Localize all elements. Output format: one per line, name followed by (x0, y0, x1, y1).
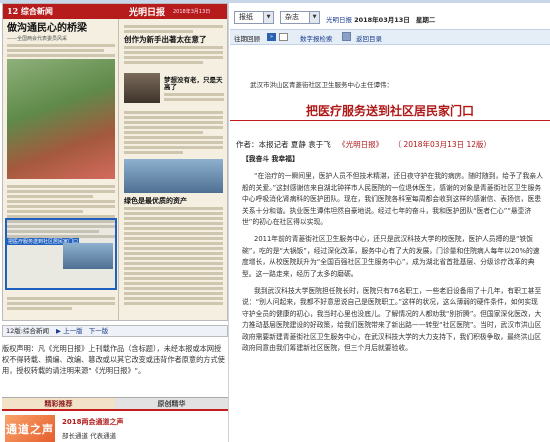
panel-divider (228, 3, 229, 442)
news-photo-landscape (124, 159, 223, 193)
paragraph-3: 我到武汉科技大学医院担任院长时，医院只有76名职工，一些老旧设备用了十几年，有职… (242, 287, 542, 353)
date-value: 2018年03月13日 (354, 16, 410, 24)
archive-input[interactable] (279, 33, 288, 41)
chevron-down-icon: ▼ (309, 12, 319, 23)
article-source[interactable]: 《光明日报》 (338, 140, 383, 149)
control-bar: 往期回顾 » 数字报检索 返回目录 (230, 29, 550, 45)
article-headline-1[interactable]: 做沟通民心的桥梁 (7, 23, 115, 34)
masthead-logo: 光明日报 (129, 8, 166, 18)
selector-bar: 报纸 ▼ 杂志 ▼ 光明日报 2018年03月13日 星期二 (230, 3, 550, 29)
article-subhead-1: ——全国两会代表委员风采 (7, 36, 68, 42)
chevron-down-icon: ▼ (263, 12, 273, 23)
news-photo-doctor (63, 243, 113, 269)
article-headline-2[interactable]: 创作为新手出著太在意了 (124, 35, 223, 44)
toc-icon (342, 32, 351, 41)
page-header: 12 综合新闻 光明日报 2018年3月13日 (3, 4, 227, 19)
next-page-link[interactable]: 下一版 (89, 327, 109, 335)
prev-page-link[interactable]: ▶ 上一版 (56, 327, 83, 335)
news-photo-planting (7, 59, 115, 179)
current-date: 光明日报 2018年03月13日 星期二 (326, 14, 435, 24)
article-date: （ 2018年03月13日 12版） (393, 140, 492, 149)
weekday-value: 星期二 (415, 16, 436, 24)
paragraph-2: 2011年前的青菱街社区卫生服务中心，还只是武汉科技大学的校医院，医护人员搏的是… (242, 235, 540, 278)
recommend-thumbnail[interactable]: 通道之声 (5, 415, 55, 442)
article-content: 武汉市洪山区青菱街社区卫生服务中心主任谭伟： 把医疗服务送到社区居民家门口 作者… (230, 45, 550, 442)
page-number: 12 综合新闻 (7, 6, 53, 16)
news-photo-portrait (124, 73, 160, 103)
article-kicker: 武汉市洪山区青菱街社区卫生服务中心主任谭伟： (250, 81, 393, 89)
article-meta: 作者：本报记者 夏静 袁于飞 《光明日报》 （ 2018年03月13日 12版） (236, 139, 491, 150)
article-title: 把医疗服务送到社区居民家门口 (305, 104, 474, 118)
article-headline-4[interactable]: 绿色是最优质的资产 (124, 197, 223, 205)
section-heading: 【我奋斗 我幸福】 (242, 155, 299, 163)
back-to-toc-link[interactable]: 返回目录 (356, 33, 382, 43)
digital-search-link[interactable]: 数字报检索 (300, 33, 333, 43)
category-select[interactable]: 杂志 ▼ (280, 11, 320, 24)
recommend-title[interactable]: 2018两会通道之声 (62, 417, 123, 427)
page-column-left: 做沟通民心的桥梁 ——全国两会代表委员风采 把医疗服务送到社区居民家门口 (3, 19, 119, 320)
newspaper-page-image[interactable]: 12 综合新闻 光明日报 2018年3月13日 做沟通民心的桥梁 ——全国两会代… (2, 3, 228, 321)
article-panel: 报纸 ▼ 杂志 ▼ 光明日报 2018年03月13日 星期二 往期回顾 » 数字报检… (228, 3, 550, 442)
newspaper-panel: 12 综合新闻 光明日报 2018年3月13日 做沟通民心的桥梁 ——全国两会代… (0, 3, 228, 442)
publication-link[interactable]: 光明日报 (326, 16, 352, 24)
article-headline-3[interactable]: 梦想没有老，只是天高了 (164, 76, 224, 91)
page-nav-label: 12版:综合新闻 (6, 327, 49, 335)
archive-label: 往期回顾 (234, 35, 260, 43)
paper-type-select[interactable]: 报纸 ▼ (234, 11, 274, 24)
archive-go-button[interactable]: » (267, 33, 276, 41)
page-nav-bar: 12版:综合新闻 ▶ 上一版 下一版 (2, 325, 228, 337)
page-column-right: 创作为新手出著太在意了 梦想没有老，只是天高了 绿色是最优质的资产 (120, 19, 227, 320)
page-date: 2018年3月13日 (173, 9, 211, 15)
tab-featured[interactable]: 精彩推荐 (2, 398, 115, 409)
article-byline: 作者：本报记者 夏静 袁于飞 (236, 140, 331, 149)
copyright-notice: 版权声明：凡《光明日报》上刊载作品（含标题），未经本报或本网授权不得转载、摘编、… (2, 344, 225, 375)
recommend-item[interactable]: 通道之声 2018两会通道之声 部长通道 代表通道 (2, 413, 228, 442)
recommend-tabs: 精彩推荐 原创精华 (2, 397, 228, 411)
tab-original[interactable]: 原创精华 (115, 398, 228, 409)
title-divider (230, 120, 550, 121)
article-body: 【我奋斗 我幸福】 “在治疗的一瞬间里，医护人员不但技术精湛，还日夜守护在我的病… (242, 154, 544, 361)
paragraph-1: “在治疗的一瞬间里，医护人员不但技术精湛，还日夜守护在我的病房。随时随到，给予了… (242, 172, 543, 227)
recommend-subtitle: 部长通道 代表通道 (62, 432, 117, 440)
